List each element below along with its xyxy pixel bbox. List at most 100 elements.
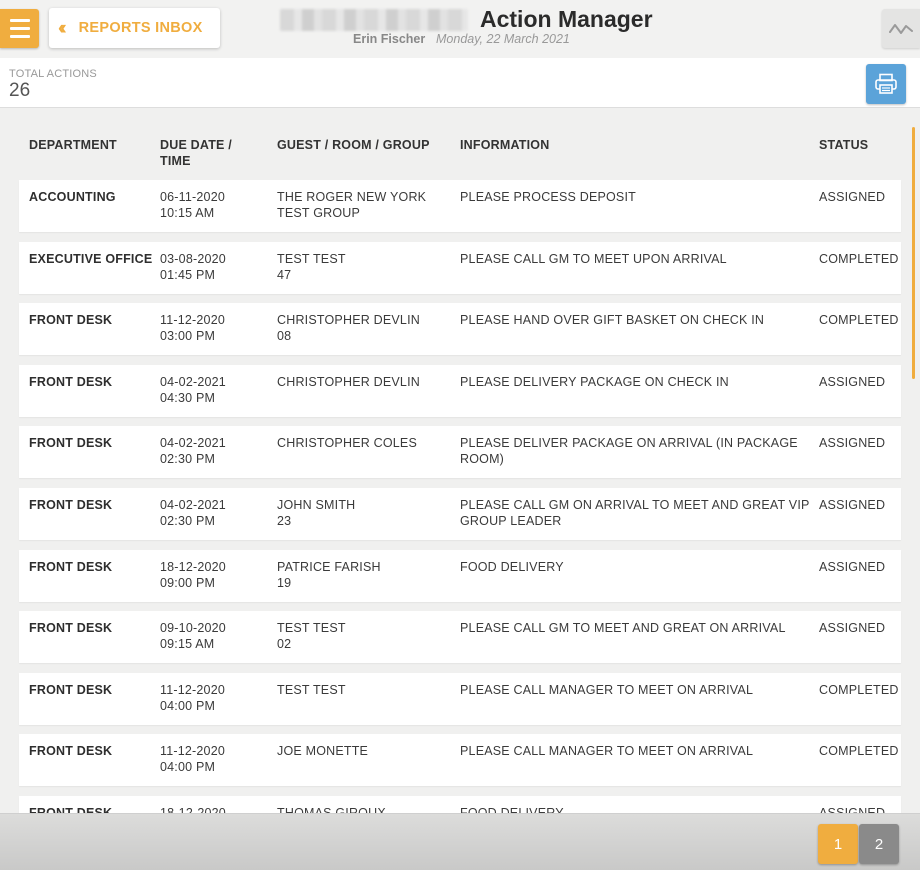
information-cell: PLEASE CALL MANAGER TO MEET ON ARRIVAL: [460, 743, 810, 759]
information-cell-line: PLEASE CALL GM TO MEET AND GREAT ON ARRI…: [460, 621, 786, 636]
column-header-status[interactable]: STATUS: [819, 137, 868, 153]
due-date-cell-line: 18-12-2020: [160, 559, 226, 574]
due-date-cell: 04-02-2021 02:30 PM: [160, 435, 270, 467]
table-row[interactable]: FRONT DESK 04-02-2021 04:30 PM CHRISTOPHER …: [19, 364, 901, 417]
due-date-cell-line: 09-10-2020: [160, 621, 226, 636]
guest-cell-line: JOE MONETTE: [277, 744, 369, 759]
page-1-button[interactable]: 1: [818, 824, 858, 864]
table-row[interactable]: ACCOUNTING 06-11-2020 10:15 AM THE ROGER NE…: [19, 180, 901, 232]
information-cell-line: PLEASE CALL GM TO MEET UPON ARRIVAL: [460, 251, 727, 266]
due-date-cell-line: 04:00 PM: [160, 698, 216, 713]
department-cell-line: FRONT DESK: [29, 559, 113, 574]
information-cell-line: PLEASE DELIVER PACKAGE ON ARRIVAL (IN PA…: [460, 436, 798, 467]
department-cell-line: FRONT DESK: [29, 374, 113, 389]
due-date-cell: 03-08-2020 01:45 PM: [160, 251, 270, 283]
table-row[interactable]: FRONT DESK 04-02-2021 02:30 PM JOHN SMITH 23…: [19, 488, 901, 540]
guest-cell-line: TEST GROUP: [277, 206, 361, 220]
due-date-cell-line: 11-12-2020: [160, 313, 226, 328]
due-date-cell: 04-02-2021 02:30 PM: [160, 497, 270, 529]
table-row[interactable]: FRONT DESK 09-10-2020 09:15 AM TEST TEST 02 P…: [19, 611, 901, 664]
guest-cell-line: THOMAS GIROUX: [277, 806, 386, 813]
activity-button[interactable]: [882, 9, 920, 48]
table-row[interactable]: FRONT DESK 18-12-2020 09:00 PM PATRICE FARI…: [19, 549, 901, 602]
table-header: DEPARTMENT DUE DATE / TIME GUEST / ROOM …: [19, 137, 901, 177]
guest-cell: CHRISTOPHER DEVLIN: [277, 374, 452, 390]
total-actions-value: 26: [9, 80, 31, 101]
due-date-cell-line: 03-08-2020: [160, 251, 226, 266]
due-date-cell-line: 04:30 PM: [160, 390, 216, 405]
hamburger-menu-icon[interactable]: [0, 9, 39, 48]
department-cell-line: FRONT DESK: [29, 313, 113, 328]
guest-cell-line: CHRISTOPHER DEVLIN: [277, 374, 420, 389]
table-row[interactable]: FRONT DESK 18-12-2020 THOMAS GIROUX FOOD DE…: [19, 796, 901, 813]
guest-cell-line: CHRISTOPHER COLES: [277, 436, 418, 451]
activity-line-icon: [889, 23, 913, 34]
column-header-information[interactable]: INFORMATION: [460, 137, 549, 153]
status-cell: ASSIGNED: [819, 435, 901, 451]
department-cell: FRONT DESK: [29, 374, 154, 390]
guest-cell-line: JOHN SMITH: [277, 498, 356, 512]
table-row[interactable]: FRONT DESK 11-12-2020 04:00 PM JOE MONETTE P…: [19, 734, 901, 787]
current-date: Monday, 22 March 2021: [436, 32, 570, 46]
due-date-cell: 11-12-2020 04:00 PM: [160, 682, 270, 714]
due-date-cell-line: 10:15 AM: [160, 206, 215, 220]
information-cell: PLEASE CALL GM TO MEET AND GREAT ON ARRI…: [460, 620, 810, 636]
page-2-button[interactable]: 2: [859, 824, 899, 864]
scrollbar[interactable]: [912, 127, 915, 379]
department-cell-line: FRONT DESK: [29, 744, 113, 759]
department-cell-line: FRONT DESK: [29, 682, 113, 697]
reports-inbox-button[interactable]: ‹‹ REPORTS INBOX: [49, 8, 220, 48]
status-cell: COMPLETED: [819, 743, 901, 759]
guest-cell-line: 47: [277, 267, 292, 282]
department-cell: FRONT DESK: [29, 312, 154, 328]
department-cell: FRONT DESK: [29, 559, 154, 575]
column-header-guest[interactable]: GUEST / ROOM / GROUP: [277, 137, 430, 153]
due-date-cell: 11-12-2020 03:00 PM: [160, 312, 270, 344]
status-cell: ASSIGNED: [819, 189, 901, 205]
status-cell: COMPLETED: [819, 312, 901, 328]
department-cell: EXECUTIVE OFFICE: [29, 251, 154, 267]
guest-cell: JOE MONETTE: [277, 743, 452, 759]
guest-cell-line: TEST TEST: [277, 621, 346, 636]
guest-cell: CHRISTOPHER DEVLIN 08: [277, 312, 452, 344]
print-button[interactable]: [866, 64, 906, 104]
status-cell: ASSIGNED: [819, 497, 901, 513]
department-cell-line: FRONT DESK: [29, 498, 113, 512]
reports-inbox-label: REPORTS INBOX: [78, 20, 203, 36]
status-cell-line: ASSIGNED: [819, 190, 886, 204]
table-row[interactable]: FRONT DESK 11-12-2020 04:00 PM TEST TEST PLE…: [19, 672, 901, 725]
guest-cell: PATRICE FARISH 19: [277, 559, 452, 591]
guest-cell: TEST TEST 02: [277, 620, 452, 652]
information-cell: PLEASE HAND OVER GIFT BASKET ON CHECK IN: [460, 312, 810, 328]
department-cell: ACCOUNTING: [29, 189, 154, 205]
due-date-cell: 06-11-2020 10:15 AM: [160, 189, 270, 221]
information-cell: FOOD DELIVERY: [460, 805, 810, 813]
due-date-cell-line: 06-11-2020: [160, 190, 226, 204]
information-cell: PLEASE DELIVERY PACKAGE ON CHECK IN: [460, 374, 810, 390]
information-cell: PLEASE CALL GM TO MEET UPON ARRIVAL: [460, 251, 810, 267]
due-date-cell-line: 04-02-2021: [160, 498, 226, 512]
department-cell-line: EXECUTIVE OFFICE: [29, 251, 153, 266]
table-row[interactable]: FRONT DESK 11-12-2020 03:00 PM CHRISTOPHER …: [19, 303, 901, 356]
information-cell-line: PLEASE CALL GM ON ARRIVAL TO MEET AND GR…: [460, 498, 810, 528]
guest-cell-line: 02: [277, 637, 292, 652]
guest-cell: THE ROGER NEW YORK TEST GROUP: [277, 189, 452, 221]
guest-cell-line: 08: [277, 329, 292, 344]
total-actions-label: TOTAL ACTIONS: [9, 68, 97, 80]
information-cell-line: FOOD DELIVERY: [460, 559, 564, 574]
printer-icon: [875, 73, 897, 94]
table-row[interactable]: FRONT DESK 04-02-2021 02:30 PM CHRISTOPHER …: [19, 426, 901, 479]
department-cell-line: FRONT DESK: [29, 806, 113, 813]
guest-cell-line: 23: [277, 514, 292, 528]
information-cell: FOOD DELIVERY: [460, 559, 810, 575]
information-cell: PLEASE DELIVER PACKAGE ON ARRIVAL (IN PA…: [460, 435, 810, 467]
guest-cell: THOMAS GIROUX: [277, 805, 452, 813]
actions-table: DEPARTMENT DUE DATE / TIME GUEST / ROOM …: [0, 109, 920, 813]
column-header-due-date[interactable]: DUE DATE / TIME: [160, 137, 250, 169]
due-date-cell-line: 01:45 PM: [160, 267, 216, 282]
information-cell-line: FOOD DELIVERY: [460, 806, 564, 813]
status-cell: ASSIGNED: [819, 805, 901, 813]
column-header-department[interactable]: DEPARTMENT: [29, 137, 154, 153]
app-header: ‹‹ REPORTS INBOX Action Manager Erin Fis…: [0, 0, 920, 58]
table-row[interactable]: EXECUTIVE OFFICE 03-08-2020 01:45 PM TEST T…: [19, 241, 901, 294]
